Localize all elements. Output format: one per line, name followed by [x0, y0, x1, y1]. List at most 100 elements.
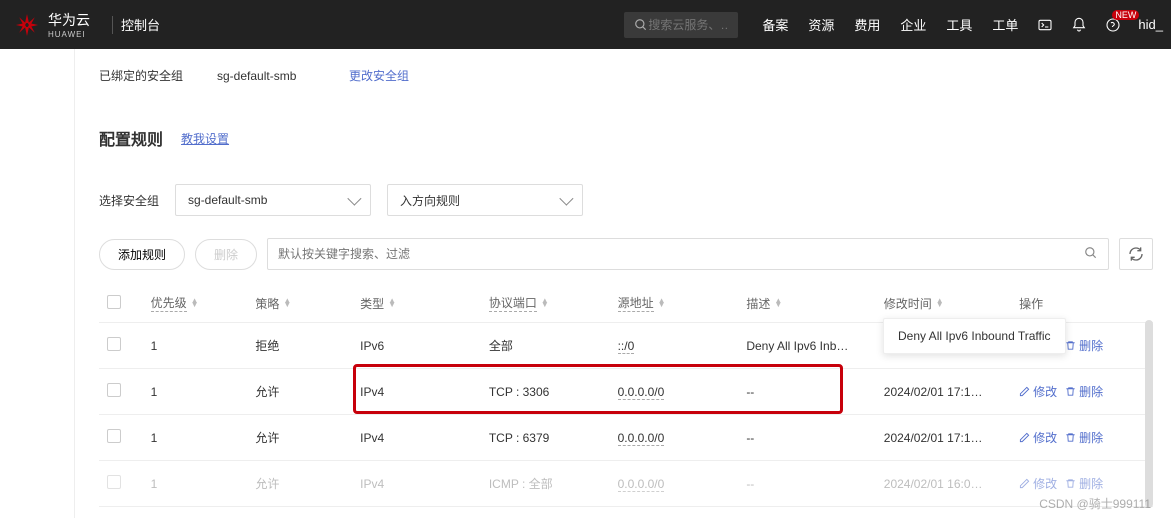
col-description[interactable]: 描述: [746, 295, 770, 312]
filter-box[interactable]: [267, 238, 1109, 270]
delete-link[interactable]: 删除: [1065, 475, 1103, 492]
row-checkbox[interactable]: [107, 475, 121, 489]
edit-link[interactable]: 修改: [1019, 429, 1057, 446]
sort-icon[interactable]: ▲▼: [191, 299, 199, 307]
brand-block[interactable]: 华为云 HUAWEI: [0, 10, 104, 39]
search-icon: [634, 18, 648, 32]
cell-type: IPv4: [352, 415, 481, 461]
refresh-button[interactable]: [1119, 238, 1153, 270]
header-search[interactable]: [624, 12, 738, 38]
cell-source: 0.0.0.0/0: [610, 415, 739, 461]
change-sg-link[interactable]: 更改安全组: [349, 67, 409, 84]
filter-input[interactable]: [278, 247, 1084, 261]
bound-security-group-row: 已绑定的安全组 sg-default-smb 更改安全组: [99, 49, 1153, 84]
cell-type: IPv6: [352, 323, 481, 369]
brand-text: 华为云: [48, 10, 90, 30]
cell-description: Deny All Ipv6 Inb…: [738, 323, 875, 369]
cell-description: --: [738, 415, 875, 461]
select-all-checkbox[interactable]: [107, 295, 121, 309]
table-row: 1允许IPv4ICMP : 全部0.0.0.0/0--2024/02/01 16…: [99, 461, 1153, 507]
huawei-logo-icon: [14, 12, 40, 38]
col-action: 操作: [1019, 297, 1043, 311]
cell-type: IPv4: [352, 369, 481, 415]
cell-priority: 1: [143, 369, 248, 415]
delete-link[interactable]: 删除: [1065, 383, 1103, 400]
nav-enterprise[interactable]: 企业: [890, 15, 936, 34]
nav-beian[interactable]: 备案: [752, 15, 798, 34]
cell-policy: 允许: [247, 369, 352, 415]
sort-icon[interactable]: ▲▼: [658, 299, 666, 307]
cell-protocol: TCP : 3306: [481, 369, 610, 415]
new-badge: NEW: [1112, 10, 1139, 20]
cell-priority: 1: [143, 415, 248, 461]
cell-policy: 允许: [247, 415, 352, 461]
left-sidebar: [0, 49, 75, 518]
table-row: 1允许IPv4TCP : 63790.0.0.0/0--2024/02/01 1…: [99, 415, 1153, 461]
cell-protocol: TCP : 6379: [481, 415, 610, 461]
cell-actions: 修改 删除: [1011, 415, 1153, 461]
cell-policy: 允许: [247, 461, 352, 507]
delete-link[interactable]: 删除: [1065, 429, 1103, 446]
bound-sg-label: 已绑定的安全组: [99, 67, 217, 84]
row-checkbox[interactable]: [107, 337, 121, 351]
nav-cost[interactable]: 费用: [844, 15, 890, 34]
cell-policy: 拒绝: [247, 323, 352, 369]
cell-actions: 修改 删除: [1011, 369, 1153, 415]
col-policy[interactable]: 策略: [255, 295, 279, 312]
refresh-icon: [1128, 246, 1144, 262]
table-row: 1允许IPv4TCP : 33060.0.0.0/0--2024/02/01 1…: [99, 369, 1153, 415]
select-sg-label: 选择安全组: [99, 192, 159, 209]
col-priority[interactable]: 优先级: [151, 294, 187, 312]
row-checkbox[interactable]: [107, 429, 121, 443]
cell-source: ::/0: [610, 323, 739, 369]
delete-rule-button: 删除: [195, 239, 257, 270]
sg-select-value: sg-default-smb: [188, 193, 267, 207]
cell-type: IPv4: [352, 461, 481, 507]
nav-tools[interactable]: 工具: [936, 15, 982, 34]
cell-protocol: ICMP : 全部: [481, 461, 610, 507]
search-icon[interactable]: [1084, 246, 1098, 263]
table-header-row: 优先级 ▲▼ 策略 ▲▼ 类型 ▲▼ 协议端口 ▲▼ 源地址 ▲▼ 描述 ▲▼ 修改时间 ▲▼…: [99, 284, 1153, 323]
sort-icon[interactable]: ▲▼: [936, 299, 944, 307]
direction-select-value: 入方向规则: [400, 192, 460, 209]
cell-modified: 2024/02/01 17:1…: [876, 415, 1011, 461]
help-icon[interactable]: NEW: [1104, 16, 1122, 34]
top-header: 华为云 HUAWEI 控制台 备案 资源 费用 企业 工具 工单 NEW hid…: [0, 0, 1171, 49]
cell-source: 0.0.0.0/0: [610, 369, 739, 415]
cell-modified: 2024/02/01 16:0…: [876, 461, 1011, 507]
direction-select[interactable]: 入方向规则: [387, 184, 583, 216]
delete-link[interactable]: 删除: [1065, 337, 1103, 354]
sort-icon[interactable]: ▲▼: [283, 299, 291, 307]
description-tooltip: Deny All Ipv6 Inbound Traffic: [883, 318, 1066, 354]
shell-icon[interactable]: [1036, 16, 1054, 34]
header-divider: [112, 16, 113, 34]
cell-source: 0.0.0.0/0: [610, 461, 739, 507]
security-group-select[interactable]: sg-default-smb: [175, 184, 371, 216]
chevron-down-icon: [559, 192, 573, 206]
main-content: 已绑定的安全组 sg-default-smb 更改安全组 配置规则 教我设置 选…: [75, 49, 1171, 518]
help-link[interactable]: 教我设置: [181, 130, 229, 147]
console-link[interactable]: 控制台: [121, 15, 160, 34]
scrollbar[interactable]: [1145, 320, 1153, 508]
col-modified[interactable]: 修改时间: [884, 295, 932, 312]
edit-link[interactable]: 修改: [1019, 383, 1057, 400]
col-source[interactable]: 源地址: [618, 294, 654, 312]
cell-modified: 2024/02/01 17:1…: [876, 369, 1011, 415]
bell-icon[interactable]: [1070, 16, 1088, 34]
section-title: 配置规则: [99, 126, 163, 150]
nav-resource[interactable]: 资源: [798, 15, 844, 34]
sort-icon[interactable]: ▲▼: [774, 299, 782, 307]
row-checkbox[interactable]: [107, 383, 121, 397]
sort-icon[interactable]: ▲▼: [541, 299, 549, 307]
sort-icon[interactable]: ▲▼: [388, 299, 396, 307]
cell-protocol: 全部: [481, 323, 610, 369]
cell-priority: 1: [143, 323, 248, 369]
edit-link[interactable]: 修改: [1019, 475, 1057, 492]
nav-ticket[interactable]: 工单: [982, 15, 1028, 34]
add-rule-button[interactable]: 添加规则: [99, 239, 185, 270]
header-search-input[interactable]: [648, 18, 728, 32]
col-protocol[interactable]: 协议端口: [489, 294, 537, 312]
col-type[interactable]: 类型: [360, 295, 384, 312]
chevron-down-icon: [347, 192, 361, 206]
cell-actions: 修改 删除: [1011, 461, 1153, 507]
